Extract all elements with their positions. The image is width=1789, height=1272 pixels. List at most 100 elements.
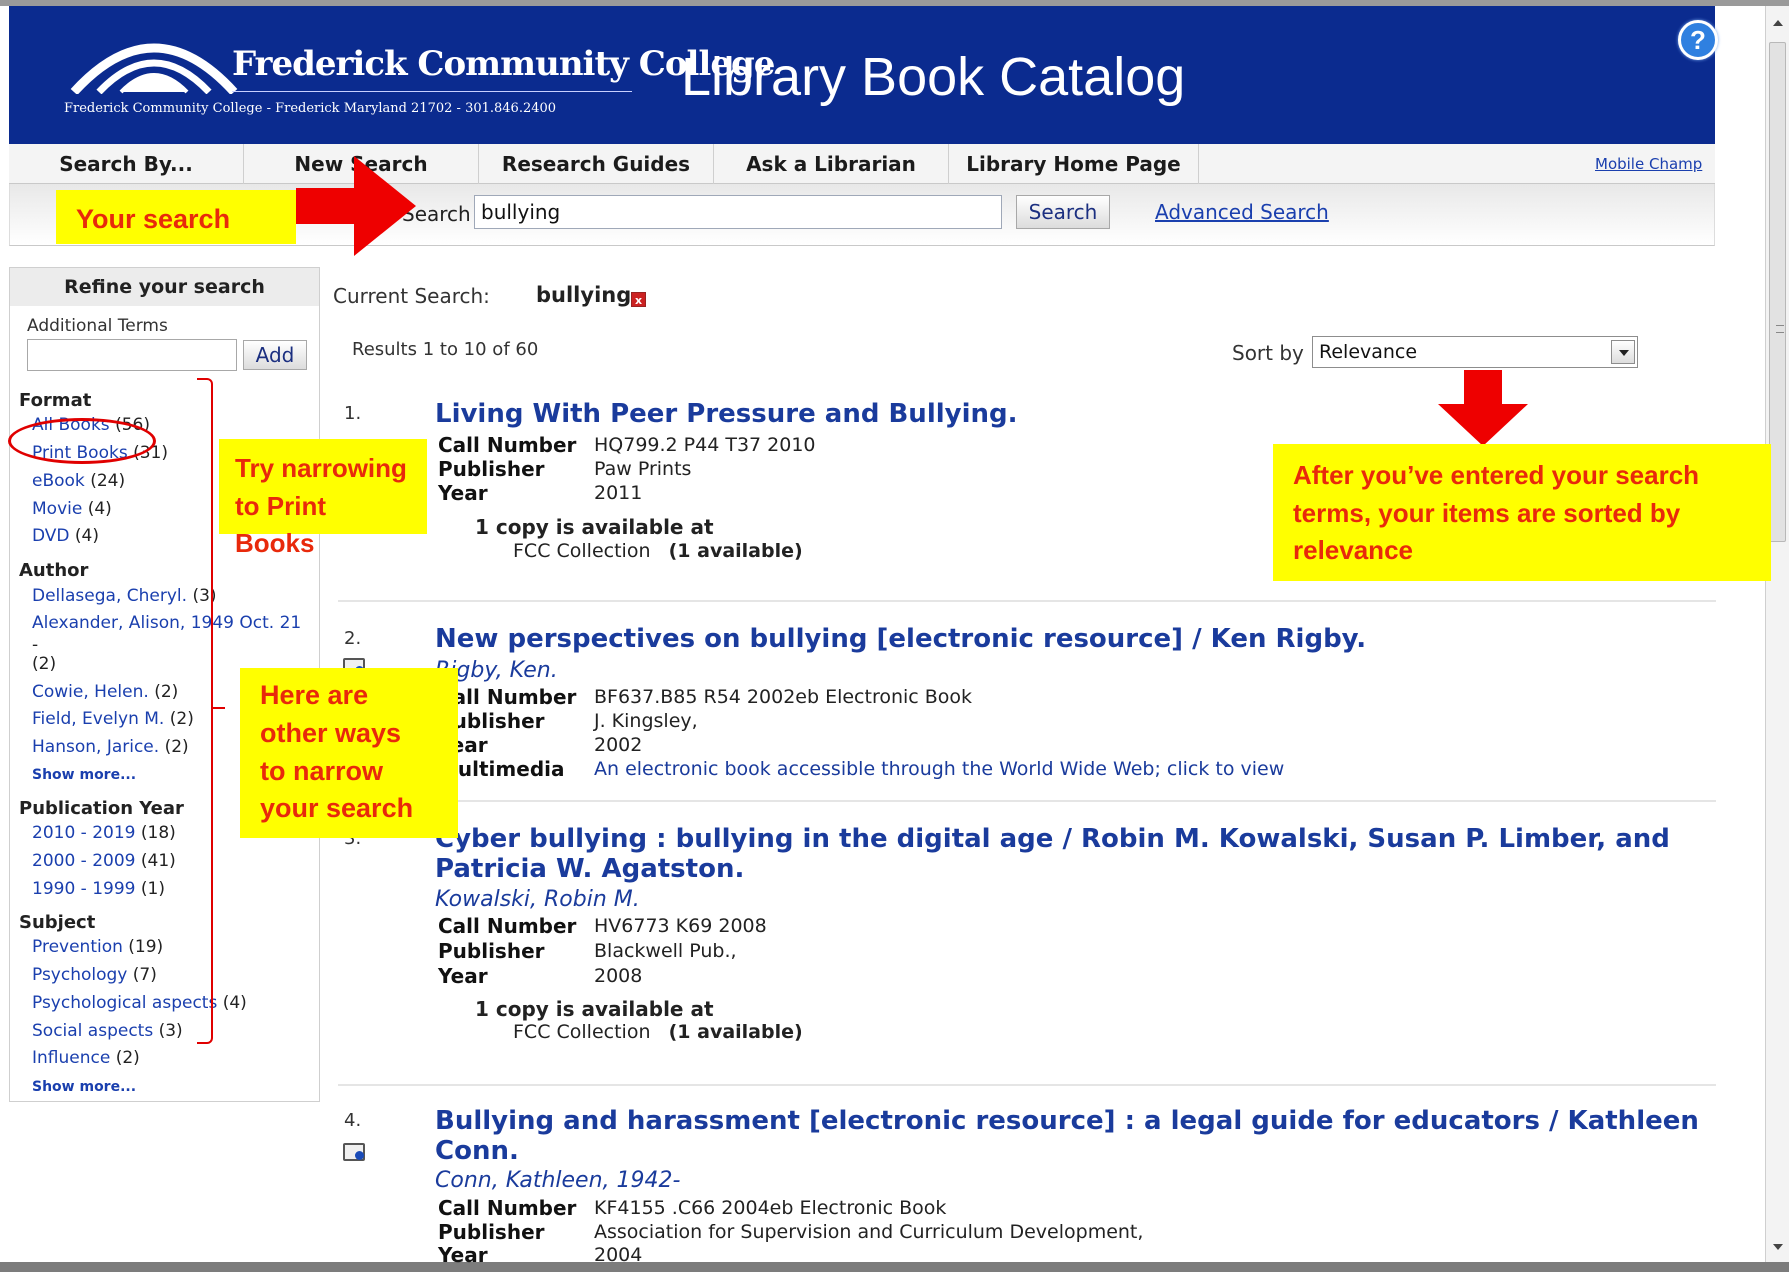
facet-author-field[interactable]: Field, Evelyn M. (2)	[32, 709, 194, 729]
sidebar-title: Refine your search	[10, 268, 319, 306]
field-label: Year	[438, 964, 488, 988]
availability-text: 1 copy is available at	[475, 997, 714, 1021]
annotation-bracket	[197, 378, 213, 1044]
facet-author-alexander-count: (2)	[32, 654, 57, 674]
availability-collection: FCC Collection (1 available)	[513, 1021, 803, 1043]
nav-library-home-page[interactable]: Library Home Page	[949, 144, 1199, 184]
result-divider	[338, 600, 1716, 602]
facet-heading-author: Author	[19, 560, 89, 581]
callout-line: After you’ve entered your search	[1293, 460, 1700, 490]
search-input[interactable]	[474, 195, 1002, 229]
field-label: Call Number	[438, 433, 577, 457]
callout-print-books: Try narrowing to Print Books	[219, 439, 427, 558]
author-show-more-link[interactable]: Show more...	[32, 767, 136, 783]
nav-search-by[interactable]: Search By...	[9, 144, 244, 184]
help-icon[interactable]: ?	[1678, 20, 1718, 60]
callout-line: to Print Books	[235, 490, 326, 559]
field-label: Call Number	[438, 685, 577, 709]
callout-line: terms, your items are sorted by	[1293, 497, 1681, 528]
result-title-link[interactable]: Bullying and harassment [electronic reso…	[435, 1106, 1725, 1166]
annotation-arrow-down-icon	[1438, 370, 1528, 446]
vertical-scrollbar[interactable]	[1765, 6, 1789, 1262]
field-label: Publisher	[438, 457, 545, 481]
field-value: 2004	[594, 1244, 643, 1266]
sort-selected-value: Relevance	[1319, 341, 1418, 363]
annotation-arrow-right-icon	[296, 156, 416, 256]
field-label: Year	[438, 481, 488, 505]
field-label: Call Number	[438, 1196, 577, 1220]
result-divider	[338, 1084, 1716, 1086]
page-title: Library Book Catalog	[681, 47, 1186, 107]
facet-year-2000s[interactable]: 2000 - 2009 (41)	[32, 851, 176, 871]
facet-format-ebook[interactable]: eBook (24)	[32, 471, 125, 491]
field-value: 2011	[594, 482, 643, 504]
header-divider	[232, 91, 632, 92]
chevron-down-icon[interactable]	[1611, 340, 1635, 364]
field-label: Publisher	[438, 939, 545, 963]
add-terms-button[interactable]: Add	[243, 340, 307, 370]
nav-ask-a-librarian[interactable]: Ask a Librarian	[714, 144, 949, 184]
field-value: HV6773 K69 2008	[594, 915, 767, 937]
field-value: BF637.B85 R54 2002eb Electronic Book	[594, 686, 973, 708]
callout-line: Here are	[260, 680, 369, 710]
site-header: Frederick Community College Frederick Co…	[9, 6, 1718, 144]
facet-subject-prevention[interactable]: Prevention (19)	[32, 937, 163, 957]
scrollbar-grip-icon	[1776, 325, 1784, 333]
facet-heading-publication-year: Publication Year	[19, 798, 184, 819]
remove-term-icon[interactable]: x	[631, 292, 646, 307]
additional-terms-input[interactable]	[27, 339, 237, 371]
facet-author-hanson[interactable]: Hanson, Jarice. (2)	[32, 737, 189, 757]
additional-terms-label: Additional Terms	[27, 316, 168, 336]
result-number: 1.	[344, 403, 362, 424]
availability-collection: FCC Collection (1 available)	[513, 540, 803, 562]
main-nav: Search By... New Search Research Guides …	[9, 144, 1715, 184]
callout-line: your search	[260, 793, 414, 824]
field-value: Association for Supervision and Curricul…	[594, 1221, 1144, 1243]
callout-your-search: Your search	[56, 190, 296, 244]
field-value: 2002	[594, 734, 643, 756]
scroll-up-arrow-icon[interactable]	[1773, 20, 1783, 26]
field-value: Blackwell Pub.,	[594, 940, 737, 962]
facet-heading-subject: Subject	[19, 912, 96, 933]
search-button[interactable]: Search	[1016, 195, 1110, 229]
facet-subject-influence[interactable]: Influence (2)	[32, 1048, 140, 1068]
facet-author-alexander[interactable]: Alexander, Alison, 1949 Oct. 21	[32, 613, 301, 633]
result-title-link[interactable]: New perspectives on bullying [electronic…	[435, 624, 1725, 654]
scrollbar-thumb[interactable]	[1769, 42, 1786, 542]
window-bottom-border	[0, 1262, 1789, 1272]
advanced-search-link[interactable]: Advanced Search	[1155, 200, 1329, 224]
annotation-bracket-tick	[213, 707, 225, 709]
multimedia-link[interactable]: An electronic book accessible through th…	[594, 758, 1284, 780]
results-count: Results 1 to 10 of 60	[352, 339, 539, 360]
scroll-down-arrow-icon[interactable]	[1773, 1244, 1783, 1250]
result-author-link[interactable]: Kowalski, Robin M.	[435, 887, 640, 912]
facet-subject-social-aspects[interactable]: Social aspects (3)	[32, 1021, 183, 1041]
result-author-link[interactable]: Conn, Kathleen, 1942-	[435, 1168, 680, 1193]
field-label: Call Number	[438, 914, 577, 938]
facet-format-movie[interactable]: Movie (4)	[32, 499, 112, 519]
facet-year-1990s[interactable]: 1990 - 1999 (1)	[32, 879, 165, 899]
nav-research-guides[interactable]: Research Guides	[479, 144, 714, 184]
annotation-circle	[8, 418, 156, 464]
facet-heading-format: Format	[19, 390, 92, 411]
facet-year-2010s[interactable]: 2010 - 2019 (18)	[32, 823, 176, 843]
result-divider	[338, 800, 1716, 802]
field-value: Paw Prints	[594, 458, 692, 480]
field-value: HQ799.2 P44 T37 2010	[594, 434, 816, 456]
facet-subject-psychological-aspects[interactable]: Psychological aspects (4)	[32, 993, 247, 1013]
field-value: KF4155 .C66 2004eb Electronic Book	[594, 1197, 947, 1219]
field-label: Publisher	[438, 1220, 545, 1244]
facet-author-dellasega[interactable]: Dellasega, Cheryl. (3)	[32, 586, 217, 606]
result-title-link[interactable]: Living With Peer Pressure and Bullying.	[435, 399, 1725, 429]
facet-format-dvd[interactable]: DVD (4)	[32, 526, 99, 546]
field-value: 2008	[594, 965, 643, 987]
mobile-link[interactable]: Mobile Champ	[1595, 144, 1702, 184]
college-logo-icon[interactable]	[69, 24, 239, 94]
subject-show-more-link[interactable]: Show more...	[32, 1079, 136, 1095]
current-search-label: Current Search:	[333, 284, 490, 308]
result-title-link[interactable]: Cyber bullying : bullying in the digital…	[435, 824, 1725, 884]
facet-author-cowie[interactable]: Cowie, Helen. (2)	[32, 682, 178, 702]
sort-select[interactable]: Relevance	[1312, 336, 1638, 368]
callout-line: other ways	[260, 717, 402, 748]
facet-subject-psychology[interactable]: Psychology (7)	[32, 965, 157, 985]
